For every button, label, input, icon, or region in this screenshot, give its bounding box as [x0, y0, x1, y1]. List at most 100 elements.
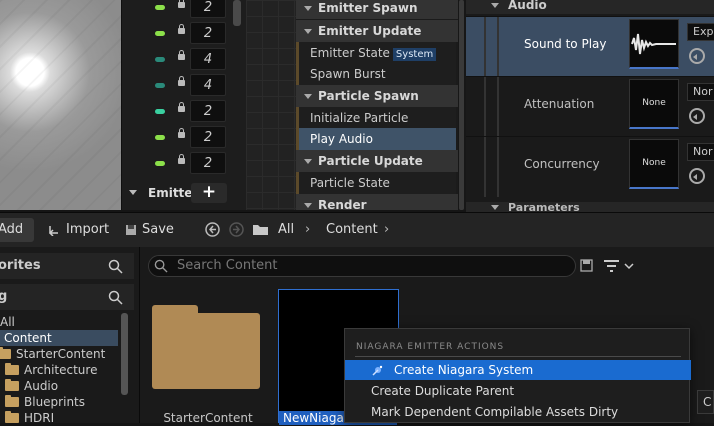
property-row-attenuation[interactable]: Attenuation None Nor: [466, 76, 714, 137]
search-icon[interactable]: [108, 259, 123, 274]
emitter-scrollbar[interactable]: [233, 0, 241, 26]
breadcrumb-content[interactable]: Content: [326, 218, 378, 242]
attenuation-thumbnail[interactable]: None: [629, 79, 679, 129]
favorites-label: orites: [0, 258, 41, 273]
lock-icon[interactable]: [178, 50, 185, 62]
use-selected-icon[interactable]: [689, 108, 705, 124]
emitter-row[interactable]: 2: [122, 0, 234, 20]
lock-icon[interactable]: [178, 128, 185, 140]
emitter-value[interactable]: 2: [190, 0, 226, 18]
collapse-icon[interactable]: [129, 190, 137, 195]
concurrency-thumbnail[interactable]: None: [629, 139, 679, 189]
emitter-row[interactable]: 2: [122, 100, 234, 124]
emitter-row[interactable]: 4: [122, 74, 234, 98]
folder-tile-starter-content[interactable]: [152, 301, 262, 391]
chevron-right-icon[interactable]: ›: [305, 218, 310, 242]
tree-item-content[interactable]: Content: [0, 330, 118, 346]
property-row-concurrency[interactable]: Concurrency None Nor: [466, 136, 714, 197]
stack-item-particle-state[interactable]: Particle State: [296, 172, 456, 194]
stack-item-initialize-particle[interactable]: Initialize Particle: [296, 107, 456, 129]
lock-icon[interactable]: [178, 154, 185, 166]
stack-header-render[interactable]: Render: [296, 194, 458, 210]
emitter-header[interactable]: Emitter +: [121, 180, 233, 206]
save-all-button[interactable]: Save All: [123, 218, 193, 261]
emitter-value[interactable]: 2: [190, 22, 226, 44]
tree-item-audio[interactable]: Audio: [0, 378, 118, 394]
indent-guide: [484, 137, 486, 197]
sound-waveform-thumbnail[interactable]: [629, 19, 679, 69]
emitter-value[interactable]: 2: [190, 152, 226, 174]
lock-icon[interactable]: [178, 24, 185, 36]
folder-icon: [5, 379, 19, 391]
favorites-header[interactable]: orites: [0, 253, 134, 279]
collapse-icon[interactable]: [491, 205, 499, 210]
collections-header[interactable]: g: [0, 284, 134, 310]
add-emitter-button[interactable]: +: [191, 183, 227, 203]
search-icon[interactable]: [108, 290, 123, 305]
add-button[interactable]: Add: [0, 218, 34, 242]
emitter-row[interactable]: 4: [122, 48, 234, 72]
lock-icon[interactable]: [178, 76, 185, 88]
system-badge: System: [392, 48, 437, 61]
emitter-row[interactable]: 2: [122, 152, 234, 176]
folder-icon[interactable]: [252, 223, 269, 236]
save-search-icon[interactable]: [580, 259, 593, 272]
back-icon[interactable]: [205, 222, 220, 237]
collapse-icon[interactable]: [491, 3, 499, 8]
emitter-value[interactable]: 4: [190, 74, 226, 96]
emitter-value[interactable]: 2: [190, 100, 226, 122]
tree-item-hdri[interactable]: HDRI: [0, 410, 118, 426]
stack-header-particle-update[interactable]: Particle Update: [296, 150, 458, 172]
stack-item-play-audio[interactable]: Play Audio: [296, 128, 456, 150]
stack-header-emitter-update[interactable]: Emitter Update: [296, 20, 458, 42]
scroll-thumb[interactable]: [459, 0, 464, 210]
menu-item-create-niagara-system[interactable]: Create Niagara System: [345, 360, 691, 380]
filter-icon[interactable]: [603, 259, 635, 273]
emitter-row[interactable]: 2: [122, 126, 234, 150]
sound-asset-combo[interactable]: Exp: [687, 23, 714, 41]
attenuation-combo[interactable]: Nor: [687, 83, 714, 101]
breadcrumb-all[interactable]: All: [278, 218, 294, 242]
tree-item-starter-content[interactable]: StarterContent: [0, 346, 118, 362]
emitter-value[interactable]: 4: [190, 48, 226, 70]
property-label: Attenuation: [524, 97, 595, 111]
emitter-value[interactable]: 2: [190, 126, 226, 148]
tree-item-label: StarterContent: [16, 347, 106, 361]
sources-scrollbar[interactable]: [121, 313, 128, 395]
details-category-parameters[interactable]: Parameters: [466, 201, 714, 214]
preview-viewport[interactable]: [0, 0, 121, 210]
search-input[interactable]: Search Content: [148, 255, 576, 277]
lock-icon[interactable]: [178, 102, 185, 114]
folder-icon: [5, 363, 19, 375]
status-dot: [155, 83, 165, 88]
import-label: Import: [66, 222, 110, 237]
menu-section-header: NIAGARA EMITTER ACTIONS: [356, 342, 505, 352]
emitter-row[interactable]: 2: [122, 22, 234, 46]
stack-item-emitter-state[interactable]: Emitter State System: [296, 42, 456, 64]
use-selected-icon[interactable]: [689, 48, 705, 64]
chevron-right-icon[interactable]: ›: [384, 218, 389, 242]
menu-item-create-duplicate-parent[interactable]: Create Duplicate Parent: [345, 381, 691, 401]
use-selected-icon[interactable]: [689, 168, 705, 184]
import-button[interactable]: Import: [46, 218, 110, 242]
property-label: Concurrency: [524, 157, 600, 171]
menu-item-mark-dependent-dirty[interactable]: Mark Dependent Compilable Assets Dirty: [345, 402, 691, 422]
tree-item-architecture[interactable]: Architecture: [0, 362, 118, 378]
details-category-audio[interactable]: Audio: [466, 0, 714, 14]
stack-header-emitter-spawn[interactable]: Emitter Spawn: [296, 0, 458, 19]
stack-header-particle-spawn[interactable]: Particle Spawn: [296, 85, 458, 107]
tree-item-all[interactable]: All: [0, 314, 118, 330]
category-label: Audio: [508, 0, 547, 12]
lock-icon[interactable]: [178, 0, 185, 10]
graph-panel[interactable]: [246, 0, 296, 210]
property-row-sound[interactable]: Sound to Play Exp: [466, 16, 714, 77]
tree-item-blueprints[interactable]: Blueprints: [0, 394, 118, 410]
folder-icon: [5, 411, 19, 423]
stack-item-spawn-burst[interactable]: Spawn Burst Instantaneous: [296, 63, 456, 103]
stack-scrollbar[interactable]: [458, 0, 466, 210]
indent-guide: [497, 137, 499, 197]
details-panel: Audio Sound to Play Exp Attenuation None…: [466, 0, 714, 210]
side-button[interactable]: C: [697, 390, 714, 414]
concurrency-combo[interactable]: Nor: [687, 143, 714, 161]
forward-icon[interactable]: [229, 222, 244, 237]
